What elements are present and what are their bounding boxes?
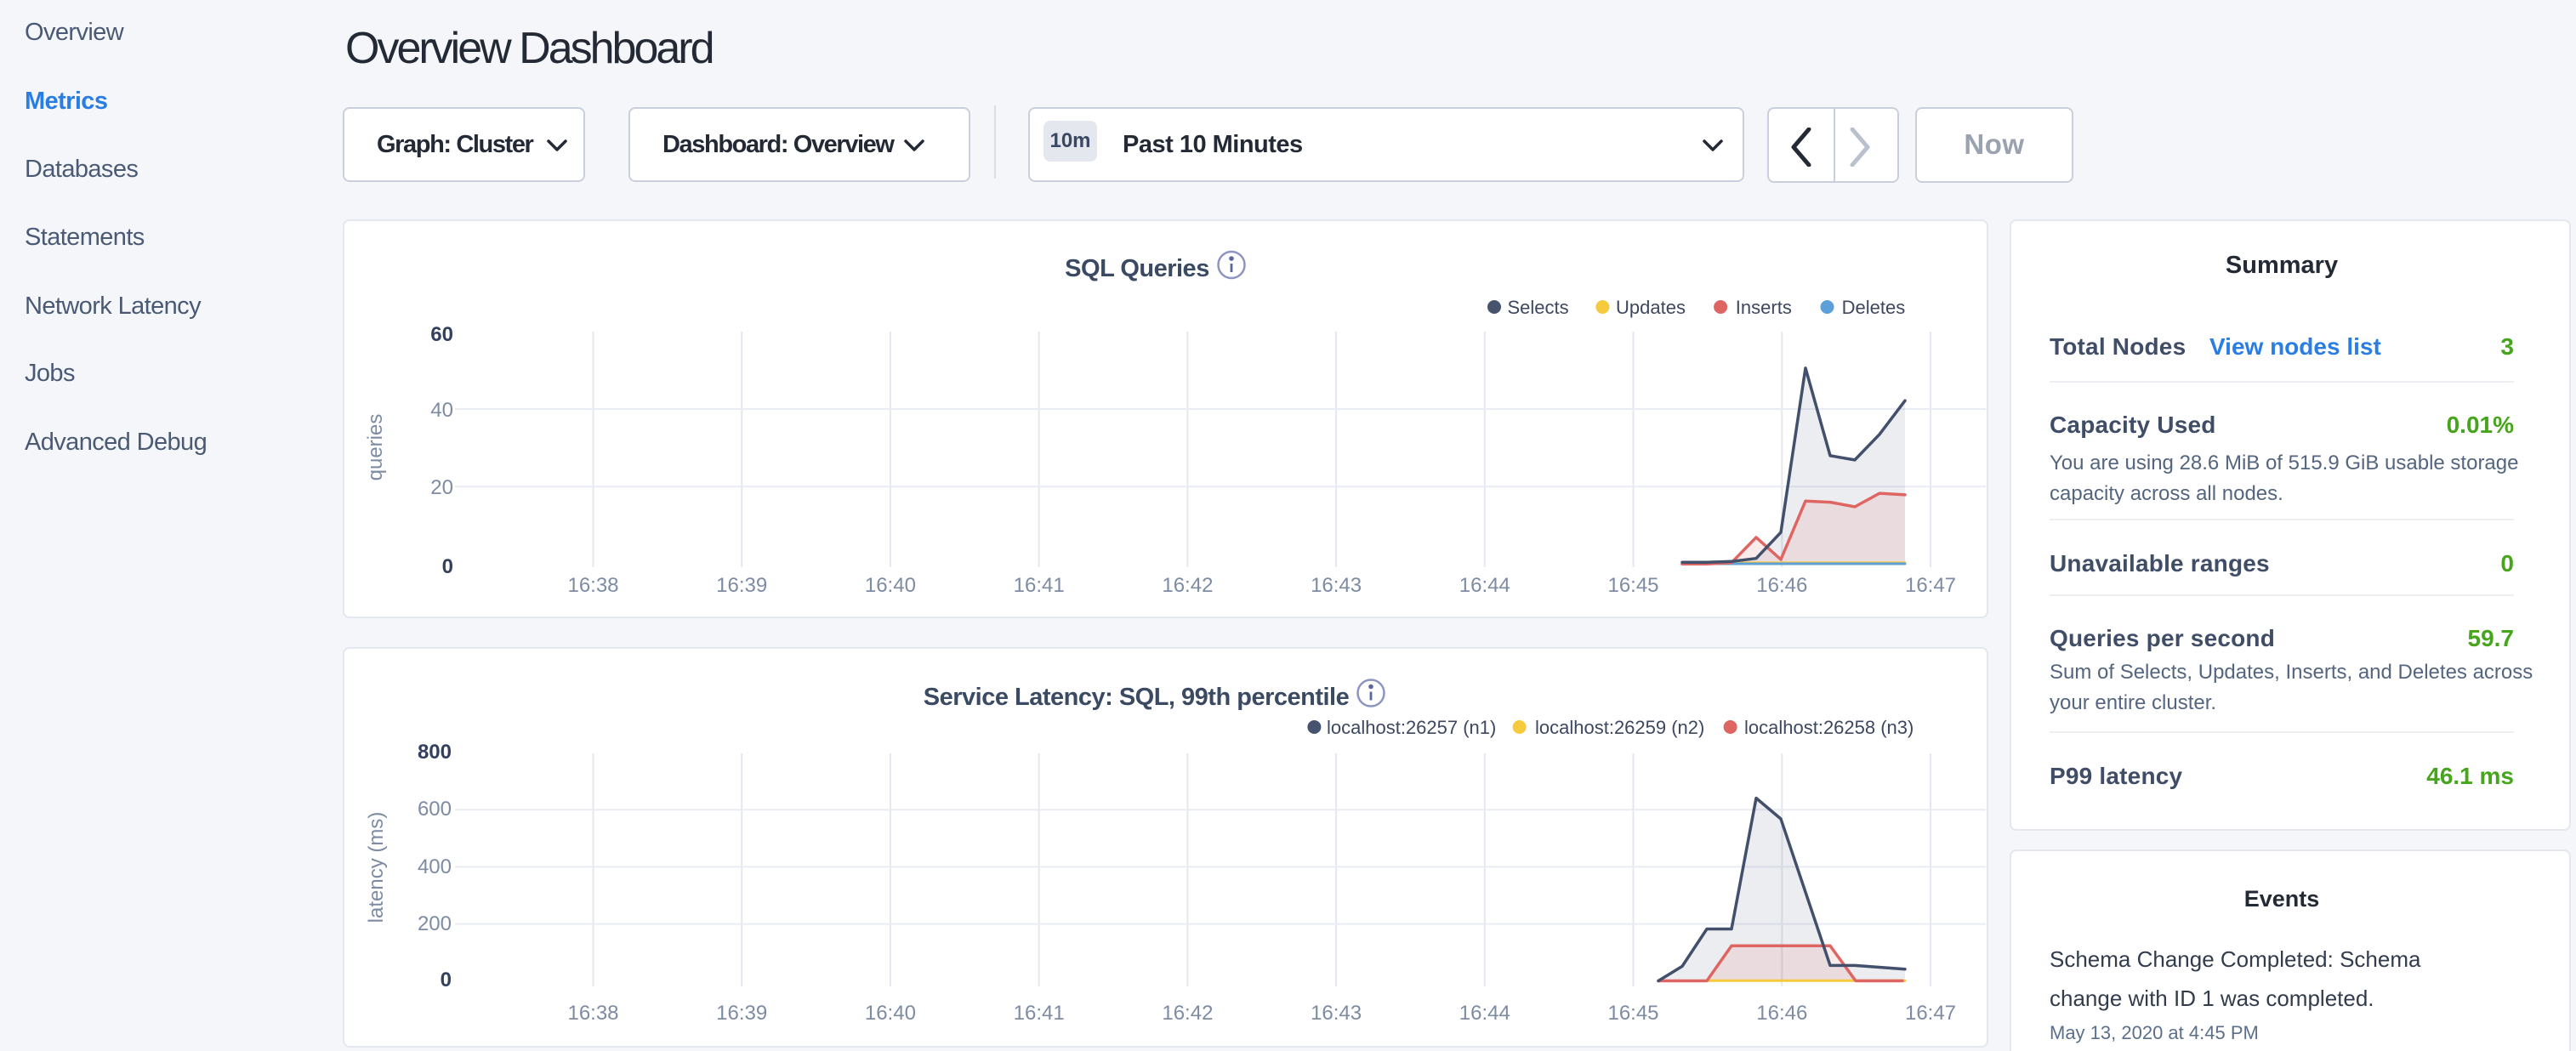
svg-text:Deletes: Deletes bbox=[1842, 297, 1906, 318]
svg-text:Service Latency: SQL, 99th per: Service Latency: SQL, 99th percentile bbox=[924, 684, 1350, 711]
svg-text:localhost:26257 (n1): localhost:26257 (n1) bbox=[1327, 717, 1496, 738]
svg-text:16:43: 16:43 bbox=[1311, 574, 1362, 597]
svg-text:0: 0 bbox=[442, 555, 453, 578]
svg-text:Selects: Selects bbox=[1508, 297, 1569, 318]
svg-text:Updates: Updates bbox=[1616, 297, 1686, 318]
svg-text:16:40: 16:40 bbox=[865, 1002, 916, 1025]
svg-text:200: 200 bbox=[418, 912, 452, 935]
svg-text:16:44: 16:44 bbox=[1459, 1002, 1510, 1025]
svg-text:16:43: 16:43 bbox=[1311, 1002, 1362, 1025]
svg-text:Inserts: Inserts bbox=[1736, 297, 1792, 318]
svg-text:16:45: 16:45 bbox=[1607, 574, 1658, 597]
svg-text:localhost:26258 (n3): localhost:26258 (n3) bbox=[1744, 717, 1914, 738]
svg-text:60: 60 bbox=[430, 323, 453, 346]
svg-text:16:38: 16:38 bbox=[567, 574, 618, 597]
svg-text:16:38: 16:38 bbox=[567, 1002, 618, 1025]
svg-text:16:44: 16:44 bbox=[1459, 574, 1510, 597]
svg-text:40: 40 bbox=[430, 399, 453, 422]
svg-text:16:41: 16:41 bbox=[1014, 1002, 1065, 1025]
svg-text:400: 400 bbox=[418, 855, 452, 878]
svg-text:queries: queries bbox=[364, 414, 387, 481]
svg-text:16:42: 16:42 bbox=[1162, 574, 1213, 597]
svg-text:16:39: 16:39 bbox=[716, 1002, 767, 1025]
svg-text:16:46: 16:46 bbox=[1756, 574, 1807, 597]
svg-text:0: 0 bbox=[441, 969, 452, 991]
svg-text:600: 600 bbox=[418, 798, 452, 821]
svg-text:16:45: 16:45 bbox=[1607, 1002, 1658, 1025]
svg-text:16:39: 16:39 bbox=[716, 574, 767, 597]
svg-text:latency (ms): latency (ms) bbox=[365, 812, 388, 923]
svg-text:16:42: 16:42 bbox=[1162, 1002, 1213, 1025]
svg-text:16:47: 16:47 bbox=[1905, 574, 1956, 597]
svg-text:localhost:26259 (n2): localhost:26259 (n2) bbox=[1535, 717, 1704, 738]
svg-text:20: 20 bbox=[430, 476, 453, 499]
svg-text:16:40: 16:40 bbox=[865, 574, 916, 597]
svg-text:16:46: 16:46 bbox=[1756, 1002, 1807, 1025]
svg-text:800: 800 bbox=[418, 741, 452, 764]
svg-text:16:47: 16:47 bbox=[1905, 1002, 1956, 1025]
svg-text:16:41: 16:41 bbox=[1014, 574, 1065, 597]
svg-text:SQL Queries: SQL Queries bbox=[1065, 255, 1209, 282]
